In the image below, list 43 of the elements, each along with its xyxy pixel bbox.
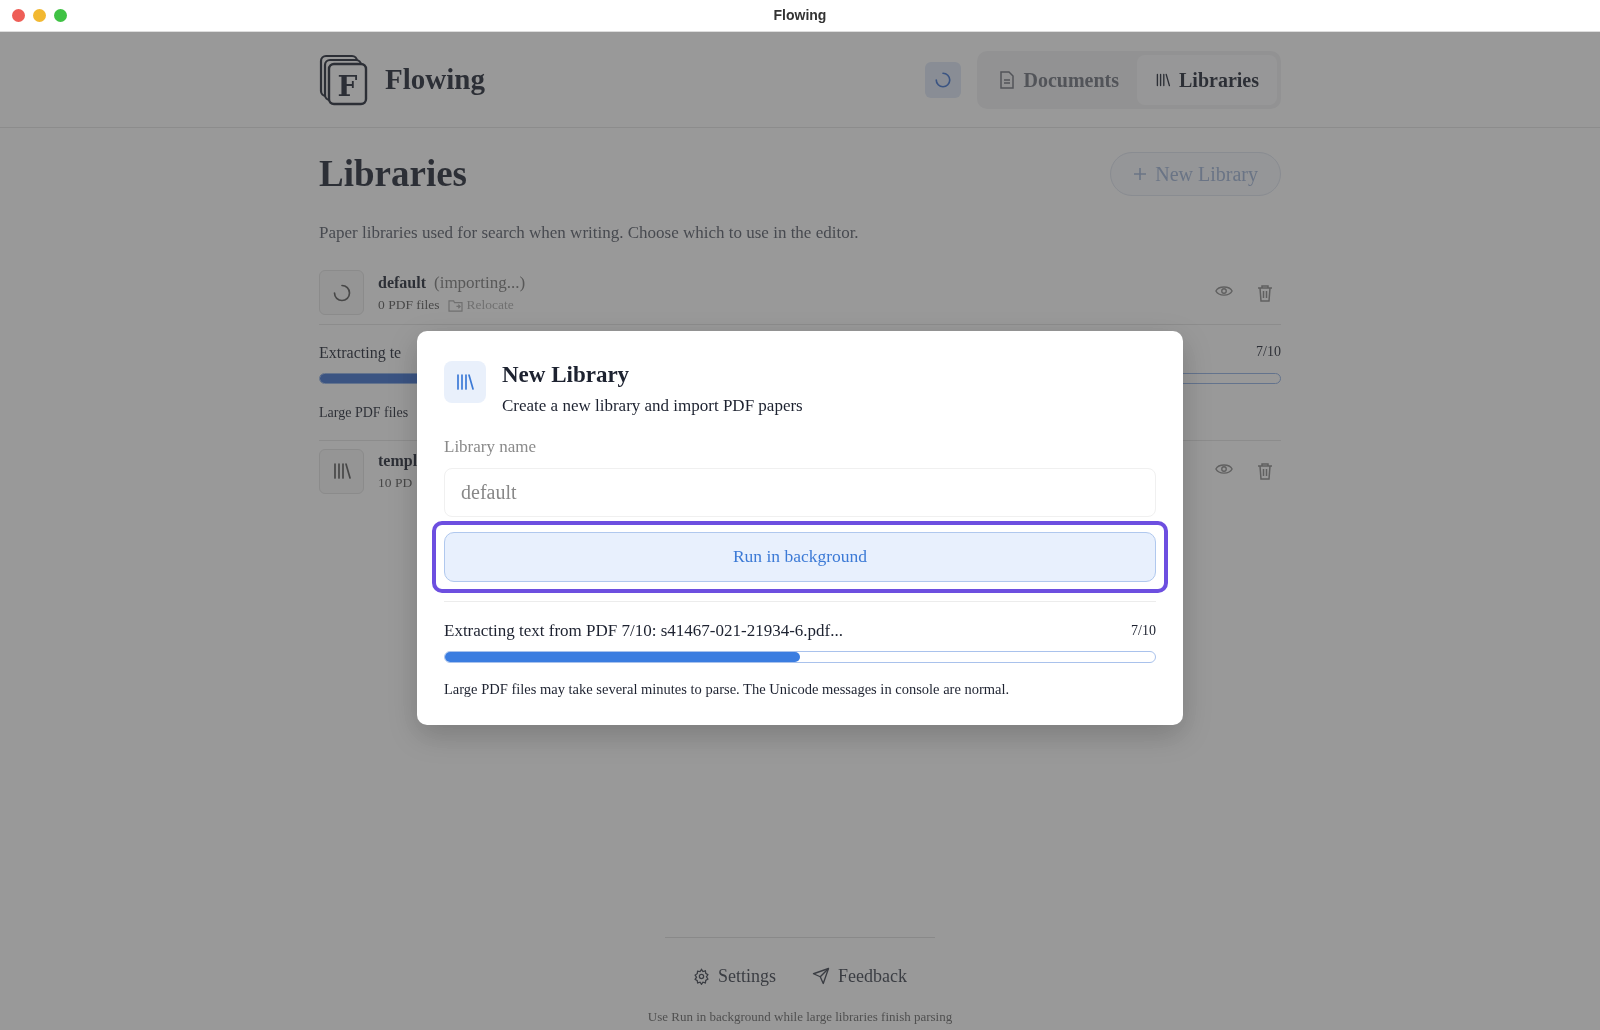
progress-count: 7/10 <box>1256 342 1281 361</box>
file-count: 0 PDF files <box>378 296 440 315</box>
progress-count: 7/10 <box>1131 621 1156 640</box>
document-icon <box>999 70 1016 89</box>
spinner-icon <box>331 282 352 303</box>
library-icon <box>455 372 475 392</box>
progress-note: Large PDF files may take several minutes to parse. The Unicode messages in console are normal. <box>444 680 1011 700</box>
progress-label: Extracting text from PDF 7/10: s41467-021-21934-6.pdf... <box>444 619 843 642</box>
nav-tab[interactable]: Documents <box>981 54 1137 105</box>
page-title: Libraries <box>319 152 467 196</box>
run-in-background-button[interactable]: Run in background <box>444 531 1156 582</box>
send-icon <box>812 967 830 985</box>
library-icon <box>1155 71 1171 88</box>
zoom-button[interactable] <box>54 9 67 22</box>
trash-icon[interactable] <box>1257 283 1273 302</box>
field-label: Library name <box>444 436 538 459</box>
eye-icon[interactable] <box>1215 462 1233 477</box>
library-name-field[interactable]: default <box>444 467 1156 517</box>
minimize-button[interactable] <box>33 9 46 22</box>
spinner-icon <box>934 70 953 89</box>
close-button[interactable] <box>12 9 25 22</box>
nav-tab[interactable]: Libraries <box>1137 54 1277 105</box>
file-count: 10 PD <box>378 474 413 492</box>
library-status: (importing...) <box>434 271 526 294</box>
trash-icon[interactable] <box>1257 462 1273 481</box>
footer-link[interactable]: Settings <box>687 961 782 991</box>
progress-note: Large PDF files <box>319 404 409 420</box>
dialog-subtitle: Create a new library and import PDF papers <box>502 394 803 417</box>
footer-link[interactable]: Feedback <box>806 961 913 991</box>
folder-icon <box>447 299 463 312</box>
sync-button[interactable] <box>925 61 962 98</box>
library-name[interactable]: templ <box>378 449 418 473</box>
dialog-title: New Library <box>502 361 631 389</box>
window-title: Flowing <box>773 6 827 25</box>
eye-icon[interactable] <box>1215 283 1233 298</box>
plus-icon <box>1133 167 1148 182</box>
library-icon <box>331 461 352 482</box>
page-description: Paper libraries used for search when writing. Choose which to use in the editor. <box>319 222 860 245</box>
footer-hint: Use Run in background while large libraries finish parsing <box>647 1007 953 1026</box>
app-name: Flowing <box>385 61 485 97</box>
progress-label: Extracting te <box>319 342 402 364</box>
library-name[interactable]: default <box>378 270 426 295</box>
settings-icon <box>693 967 710 985</box>
